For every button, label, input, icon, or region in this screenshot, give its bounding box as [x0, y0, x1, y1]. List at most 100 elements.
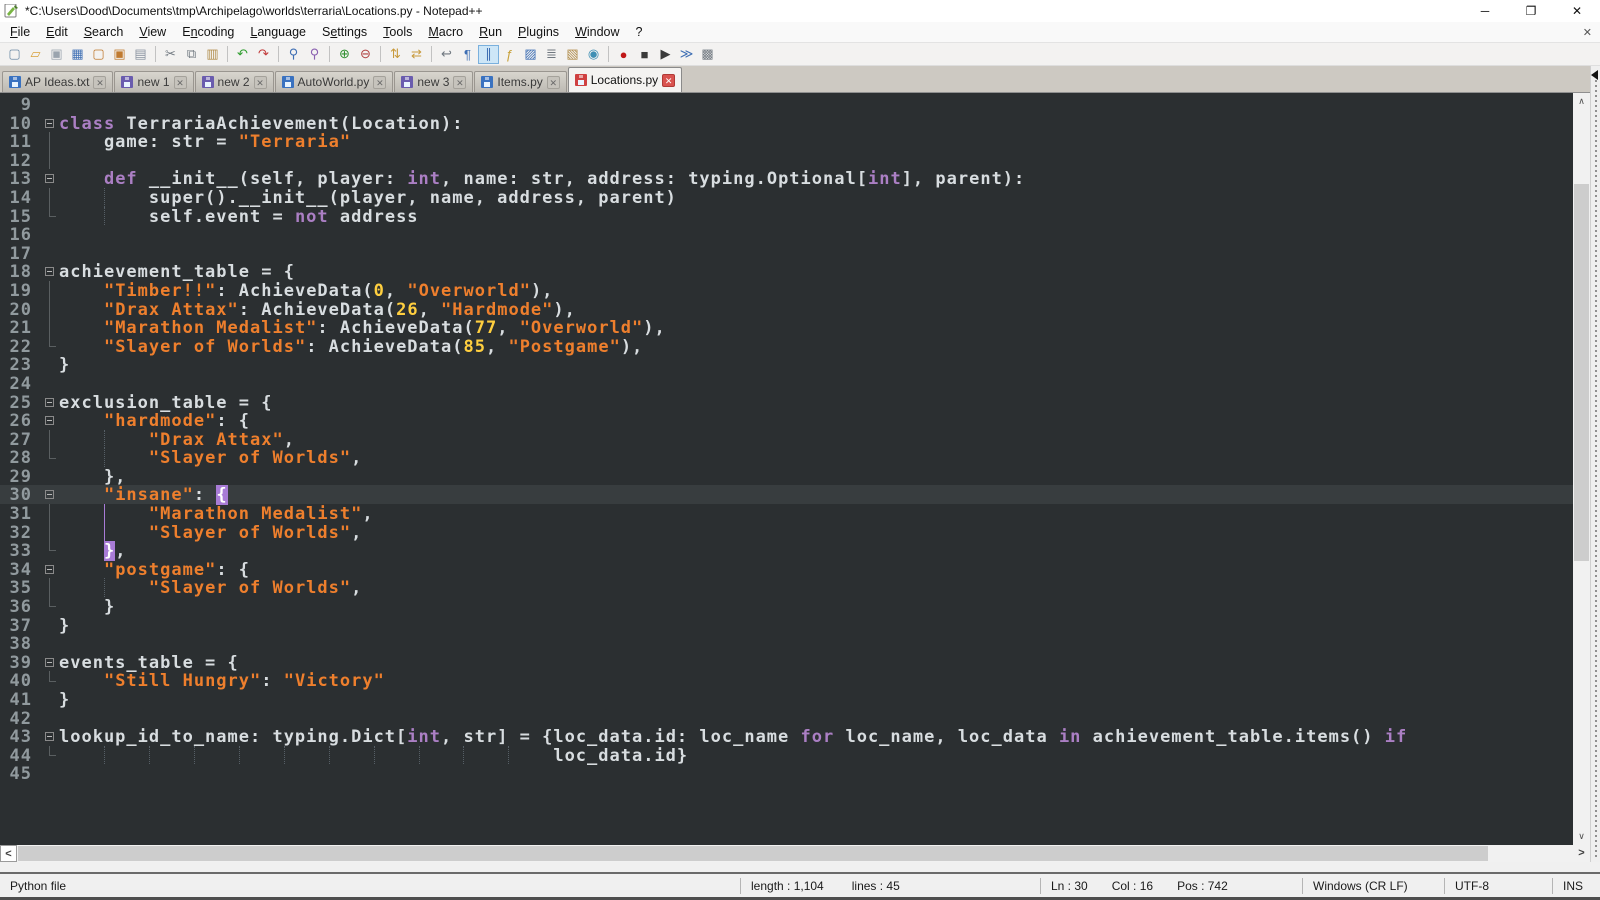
- code-line-13[interactable]: 13 def __init__(self, player: int, name:…: [0, 169, 1573, 188]
- fold-margin[interactable]: [42, 169, 59, 188]
- status-encoding[interactable]: UTF-8: [1444, 878, 1552, 894]
- code-line-44[interactable]: 44 loc_data.id}: [0, 746, 1573, 765]
- menu-tools[interactable]: Tools: [375, 23, 420, 41]
- horizontal-scrollbar-thumb[interactable]: [18, 846, 1488, 861]
- code-line-24[interactable]: 24: [0, 374, 1573, 393]
- code-line-35[interactable]: 35 "Slayer of Worlds",: [0, 578, 1573, 597]
- fold-margin[interactable]: [42, 114, 59, 133]
- function-list-button[interactable]: ƒ: [499, 45, 520, 64]
- status-caret-position[interactable]: Ln : 30 Col : 16 Pos : 742: [1040, 878, 1302, 894]
- word-wrap-button[interactable]: ↩: [436, 45, 457, 64]
- menu-close-icon[interactable]: ✕: [1583, 26, 1592, 39]
- view-splitter[interactable]: [1590, 66, 1600, 862]
- menu-plugins[interactable]: Plugins: [510, 23, 567, 41]
- menu-macro[interactable]: Macro: [420, 23, 471, 41]
- copy-button[interactable]: ⧉: [181, 45, 202, 64]
- fold-margin[interactable]: [42, 653, 59, 672]
- code-line-28[interactable]: 28 "Slayer of Worlds",: [0, 448, 1573, 467]
- tab-close-icon[interactable]: ✕: [453, 76, 466, 89]
- fold-margin[interactable]: [42, 393, 59, 412]
- fold-collapse-icon[interactable]: [45, 174, 54, 183]
- fold-collapse-icon[interactable]: [45, 416, 54, 425]
- menu-view[interactable]: View: [131, 23, 174, 41]
- code-line-42[interactable]: 42: [0, 709, 1573, 728]
- sync-vertical-button[interactable]: ⇅: [385, 45, 406, 64]
- macro-save-button[interactable]: ▩: [697, 45, 718, 64]
- show-all-characters-button[interactable]: ¶: [457, 45, 478, 64]
- code-line-31[interactable]: 31 "Marathon Medalist",: [0, 504, 1573, 523]
- fold-collapse-icon[interactable]: [45, 490, 54, 499]
- macro-stop-button[interactable]: ■: [634, 45, 655, 64]
- code-line-11[interactable]: 11 game: str = "Terraria": [0, 132, 1573, 151]
- fold-margin[interactable]: [42, 727, 59, 746]
- menu-file[interactable]: File: [2, 23, 38, 41]
- status-eol-format[interactable]: Windows (CR LF): [1302, 878, 1444, 894]
- print-button[interactable]: ▤: [130, 45, 151, 64]
- code-line-27[interactable]: 27 "Drax Attax",: [0, 430, 1573, 449]
- new-file-button[interactable]: ▢: [4, 45, 25, 64]
- menu-run[interactable]: Run: [471, 23, 510, 41]
- code-line-30[interactable]: 30 "insane": {: [0, 485, 1573, 504]
- close-all-button[interactable]: ▣: [109, 45, 130, 64]
- save-button[interactable]: ▣: [46, 45, 67, 64]
- tab-close-icon[interactable]: ✕: [662, 74, 675, 87]
- code-line-34[interactable]: 34 "postgame": {: [0, 560, 1573, 579]
- restore-button[interactable]: ❐: [1508, 0, 1554, 22]
- code-line-14[interactable]: 14 super().__init__(player, name, addres…: [0, 188, 1573, 207]
- code-line-40[interactable]: 40 "Still Hungry": "Victory": [0, 671, 1573, 690]
- code-line-38[interactable]: 38: [0, 634, 1573, 653]
- minimize-button[interactable]: ─: [1462, 0, 1508, 22]
- code-line-39[interactable]: 39events_table = {: [0, 653, 1573, 672]
- code-line-17[interactable]: 17: [0, 244, 1573, 263]
- paste-button[interactable]: ▥: [202, 45, 223, 64]
- fold-collapse-icon[interactable]: [45, 398, 54, 407]
- menu-settings[interactable]: Settings: [314, 23, 375, 41]
- menu-window[interactable]: Window: [567, 23, 627, 41]
- code-line-41[interactable]: 41}: [0, 690, 1573, 709]
- find-button[interactable]: ⚲: [283, 45, 304, 64]
- tab-ap-ideas-txt[interactable]: AP Ideas.txt✕: [2, 71, 113, 92]
- code-line-36[interactable]: 36 }: [0, 597, 1573, 616]
- code-editor[interactable]: 910class TerrariaAchievement(Location):1…: [0, 93, 1573, 845]
- zoom-in-button[interactable]: ⊕: [334, 45, 355, 64]
- code-line-10[interactable]: 10class TerrariaAchievement(Location):: [0, 114, 1573, 133]
- code-line-22[interactable]: 22 "Slayer of Worlds": AchieveData(85, "…: [0, 337, 1573, 356]
- code-line-23[interactable]: 23}: [0, 355, 1573, 374]
- open-folder-button[interactable]: ▱: [25, 45, 46, 64]
- tab-autoworld-py[interactable]: AutoWorld.py✕: [275, 71, 394, 92]
- menu-help[interactable]: ?: [628, 23, 651, 41]
- code-line-29[interactable]: 29 },: [0, 467, 1573, 486]
- menu-language[interactable]: Language: [242, 23, 314, 41]
- tab-locations-py[interactable]: Locations.py✕: [568, 67, 682, 92]
- menu-encoding[interactable]: Encoding: [174, 23, 242, 41]
- close-file-button[interactable]: ▢: [88, 45, 109, 64]
- code-line-37[interactable]: 37}: [0, 616, 1573, 635]
- redo-button[interactable]: ↷: [253, 45, 274, 64]
- replace-button[interactable]: ⚲: [304, 45, 325, 64]
- macro-play-button[interactable]: ▶: [655, 45, 676, 64]
- tab-close-icon[interactable]: ✕: [547, 76, 560, 89]
- fold-margin[interactable]: [42, 485, 59, 504]
- tab-close-icon[interactable]: ✕: [93, 76, 106, 89]
- document-map-button[interactable]: ▨: [520, 45, 541, 64]
- indent-guide-button[interactable]: ∥: [478, 45, 499, 64]
- code-line-32[interactable]: 32 "Slayer of Worlds",: [0, 523, 1573, 542]
- code-line-15[interactable]: 15 self.event = not address: [0, 207, 1573, 226]
- macro-record-button[interactable]: ●: [613, 45, 634, 64]
- tab-new-3[interactable]: new 3✕: [394, 71, 473, 92]
- code-line-19[interactable]: 19 "Timber!!": AchieveData(0, "Overworld…: [0, 281, 1573, 300]
- code-line-16[interactable]: 16: [0, 225, 1573, 244]
- scroll-down-icon[interactable]: ∨: [1573, 828, 1590, 845]
- macro-run-multiple-button[interactable]: ≫: [676, 45, 697, 64]
- fold-collapse-icon[interactable]: [45, 732, 54, 741]
- code-line-33[interactable]: 33 },: [0, 541, 1573, 560]
- tab-close-icon[interactable]: ✕: [174, 76, 187, 89]
- code-line-45[interactable]: 45: [0, 764, 1573, 783]
- save-all-button[interactable]: ▦: [67, 45, 88, 64]
- fold-margin[interactable]: [42, 262, 59, 281]
- menu-edit[interactable]: Edit: [38, 23, 76, 41]
- fold-collapse-icon[interactable]: [45, 267, 54, 276]
- scroll-left-icon[interactable]: <: [0, 845, 17, 862]
- close-button[interactable]: ✕: [1554, 0, 1600, 22]
- tab-new-2[interactable]: new 2✕: [195, 71, 274, 92]
